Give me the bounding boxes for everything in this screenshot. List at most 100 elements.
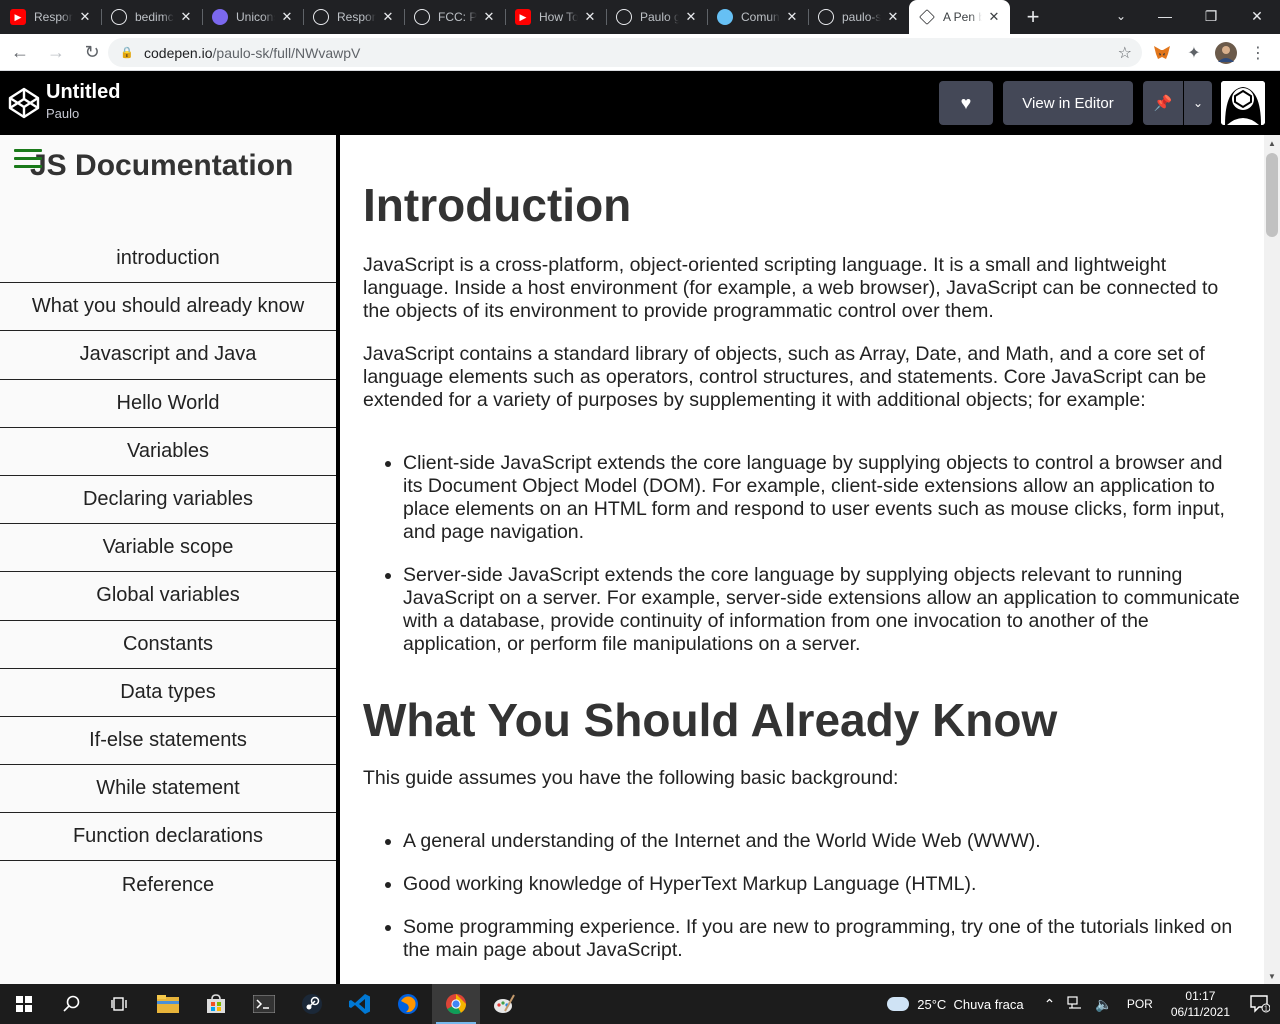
pin-dropdown-button[interactable]: ⌄ bbox=[1184, 81, 1212, 125]
search-icon[interactable] bbox=[48, 984, 96, 1024]
close-tab-icon[interactable]: ✕ bbox=[683, 9, 699, 25]
browser-tab[interactable]: Paulo g ✕ bbox=[606, 0, 707, 34]
github-icon bbox=[818, 9, 834, 25]
browser-tab[interactable]: ▶ How To ✕ bbox=[505, 0, 606, 34]
tab-title: FCC: Product bbox=[438, 10, 477, 24]
store-icon[interactable] bbox=[192, 984, 240, 1024]
address-bar[interactable]: 🔒 codepen.io/paulo-sk/full/NWvawpV ☆ bbox=[108, 38, 1142, 67]
tab-title: paulo-sk bbox=[842, 10, 881, 24]
paragraph: This guide assumes you have the followin… bbox=[363, 766, 899, 789]
close-window-icon[interactable]: ✕ bbox=[1234, 0, 1280, 32]
nav-link[interactable]: Variable scope bbox=[0, 524, 336, 573]
nav-link[interactable]: Constants bbox=[0, 621, 336, 669]
weather-widget[interactable]: 25°C Chuva fraca bbox=[887, 996, 1024, 1012]
back-arrow-icon[interactable]: ← bbox=[4, 36, 36, 68]
network-icon[interactable] bbox=[1067, 995, 1083, 1013]
view-in-editor-button[interactable]: View in Editor bbox=[1003, 81, 1133, 125]
chevron-up-icon[interactable]: ⌃ bbox=[1044, 996, 1056, 1013]
nav-link[interactable]: What you should already know bbox=[0, 283, 336, 332]
nav-link[interactable]: Data types bbox=[0, 669, 336, 717]
metamask-fox-icon[interactable] bbox=[1150, 41, 1174, 65]
nav-link[interactable]: If-else statements bbox=[0, 717, 336, 766]
close-tab-icon[interactable]: ✕ bbox=[178, 9, 194, 25]
browser-tab[interactable]: Responsive ✕ bbox=[303, 0, 404, 34]
file-explorer-icon[interactable] bbox=[144, 984, 192, 1024]
nav-link[interactable]: Reference bbox=[0, 861, 336, 909]
paint-app-icon[interactable] bbox=[480, 984, 528, 1024]
browser-tab[interactable]: A Pen by ✕ bbox=[909, 0, 1010, 34]
scroll-down-arrow-icon[interactable]: ▼ bbox=[1264, 968, 1280, 984]
codepen-header: Untitled Paulo ♥ View in Editor 📌 ⌄ bbox=[0, 71, 1280, 135]
nav-link[interactable]: Javascript and Java bbox=[0, 331, 336, 380]
scrollbar-thumb[interactable] bbox=[1266, 153, 1278, 237]
nav-link[interactable]: introduction bbox=[0, 235, 336, 284]
clock[interactable]: 01:17 06/11/2021 bbox=[1171, 988, 1230, 1020]
main-doc: Introduction JavaScript is a cross-platf… bbox=[340, 135, 1264, 984]
notification-center-icon[interactable]: 1 bbox=[1240, 984, 1280, 1024]
minimize-icon[interactable]: — bbox=[1142, 0, 1188, 32]
user-avatar[interactable] bbox=[1221, 81, 1265, 125]
browser-tab[interactable]: ▶ Responsive ✕ bbox=[0, 0, 101, 34]
page-scrollbar[interactable]: ▲ ▼ bbox=[1264, 135, 1280, 984]
scroll-up-arrow-icon[interactable]: ▲ bbox=[1264, 135, 1280, 151]
nav-link[interactable]: While statement bbox=[0, 765, 336, 814]
language-indicator[interactable]: POR bbox=[1127, 997, 1153, 1011]
tab-title: Comunidade bbox=[741, 10, 780, 24]
pen-title[interactable]: Untitled bbox=[46, 81, 120, 104]
system-tray: 25°C Chuva fraca ⌃ 🔈 POR 01:17 06/11/202… bbox=[887, 984, 1280, 1024]
restore-icon[interactable]: ❐ bbox=[1188, 0, 1234, 32]
nav-link[interactable]: Variables bbox=[0, 428, 336, 476]
paragraph: JavaScript is a cross-platform, object-o… bbox=[363, 253, 1219, 322]
clock-time: 01:17 bbox=[1185, 989, 1216, 1003]
lock-icon[interactable]: 🔒 bbox=[120, 46, 134, 60]
heart-icon: ♥ bbox=[960, 92, 972, 113]
profile-avatar[interactable] bbox=[1214, 41, 1238, 65]
heart-button[interactable]: ♥ bbox=[939, 81, 993, 125]
url-host: codepen.io bbox=[144, 44, 213, 61]
extensions-puzzle-icon[interactable]: ✦ bbox=[1182, 41, 1206, 65]
close-tab-icon[interactable]: ✕ bbox=[582, 9, 598, 25]
close-tab-icon[interactable]: ✕ bbox=[380, 9, 396, 25]
windows-start-icon[interactable] bbox=[0, 984, 48, 1024]
navbar-title: JS Documentation bbox=[30, 149, 294, 182]
tab-title: How To bbox=[539, 10, 578, 24]
close-tab-icon[interactable]: ✕ bbox=[784, 9, 800, 25]
pin-button[interactable]: 📌 bbox=[1143, 81, 1183, 125]
browser-tab[interactable]: Unicons ✕ bbox=[202, 0, 303, 34]
terminal-icon[interactable] bbox=[240, 984, 288, 1024]
pen-author[interactable]: Paulo bbox=[46, 106, 79, 121]
close-tab-icon[interactable]: ✕ bbox=[885, 9, 901, 25]
nav-link[interactable]: Declaring variables bbox=[0, 476, 336, 525]
browser-menu-icon[interactable]: ⋮ bbox=[1246, 41, 1270, 65]
codepen-logo-icon[interactable] bbox=[8, 87, 40, 119]
weather-text: 25°C Chuva fraca bbox=[917, 996, 1024, 1012]
close-tab-icon[interactable]: ✕ bbox=[986, 9, 1002, 25]
url-path: /paulo-sk/full/NWvawpV bbox=[212, 44, 361, 61]
volume-icon[interactable]: 🔈 bbox=[1095, 996, 1112, 1013]
tab-title: Responsive bbox=[337, 10, 376, 24]
close-tab-icon[interactable]: ✕ bbox=[77, 9, 93, 25]
clock-date: 06/11/2021 bbox=[1170, 1005, 1230, 1019]
hamburger-menu-icon[interactable] bbox=[14, 149, 42, 171]
list-item: A general understanding of the Internet … bbox=[403, 830, 1244, 853]
vscode-icon[interactable] bbox=[336, 984, 384, 1024]
nav-link[interactable]: Function declarations bbox=[0, 813, 336, 862]
close-tab-icon[interactable]: ✕ bbox=[481, 9, 497, 25]
browser-tab[interactable]: Comunidade ✕ bbox=[707, 0, 808, 34]
browser-tab[interactable]: FCC: Product ✕ bbox=[404, 0, 505, 34]
forward-arrow-icon[interactable]: → bbox=[40, 36, 72, 68]
bookmark-star-icon[interactable]: ☆ bbox=[1118, 43, 1132, 63]
chrome-icon[interactable] bbox=[432, 984, 480, 1024]
nav-link[interactable]: Hello World bbox=[0, 380, 336, 428]
task-view-icon[interactable] bbox=[96, 984, 144, 1024]
list-item: Server-side JavaScript extends the core … bbox=[403, 564, 1244, 656]
browser-tab[interactable]: bedimcode ✕ bbox=[101, 0, 202, 34]
close-tab-icon[interactable]: ✕ bbox=[279, 9, 295, 25]
browser-tab[interactable]: paulo-sk ✕ bbox=[808, 0, 909, 34]
firefox-icon[interactable] bbox=[384, 984, 432, 1024]
new-tab-button[interactable]: + bbox=[1016, 0, 1050, 34]
steam-icon[interactable] bbox=[288, 984, 336, 1024]
reload-icon[interactable]: ↻ bbox=[76, 36, 108, 68]
nav-link[interactable]: Global variables bbox=[0, 572, 336, 621]
tab-search-chevron-icon[interactable]: ⌄ bbox=[1104, 0, 1138, 32]
